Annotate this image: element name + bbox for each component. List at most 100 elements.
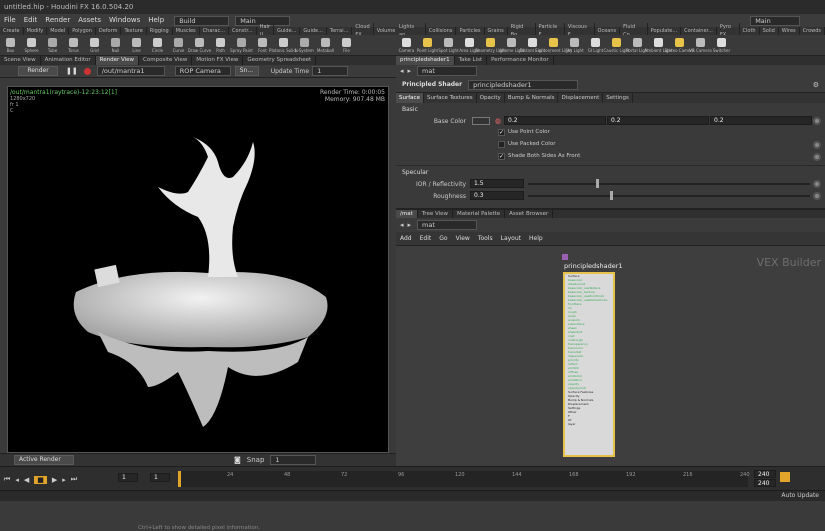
- tab-opacity[interactable]: Opacity: [477, 93, 505, 103]
- back-arrow-icon[interactable]: ◂: [400, 221, 404, 229]
- menu-file[interactable]: File: [0, 14, 20, 27]
- net-menu-view[interactable]: View: [452, 232, 474, 245]
- tab-surface-textures[interactable]: Surface Textures: [424, 93, 477, 103]
- shelf-tool-draw-curve[interactable]: Draw Curve: [188, 35, 211, 56]
- network-editor[interactable]: VEX Builder principledshader1 Surface bas…: [396, 246, 825, 466]
- shade-both-sides-checkbox[interactable]: ✓: [498, 153, 505, 160]
- use-packed-color-checkbox[interactable]: [498, 141, 505, 148]
- node-port[interactable]: layer: [565, 422, 613, 426]
- param-path-field[interactable]: mat: [417, 66, 478, 76]
- net-menu-go[interactable]: Go: [435, 232, 451, 245]
- step-back-icon[interactable]: ◂: [15, 476, 19, 484]
- node-name-field[interactable]: principledshader1: [468, 79, 579, 90]
- shelf-tool-caustic-light[interactable]: Caustic Light: [604, 35, 630, 56]
- param-menu-icon[interactable]: [813, 192, 821, 200]
- shelf-tool-curve[interactable]: Curve: [168, 35, 189, 56]
- tab-motion-fx-view[interactable]: Motion FX View: [192, 56, 244, 65]
- roughness-slider-handle[interactable]: [610, 191, 613, 200]
- shelf-tool-path[interactable]: Path: [210, 35, 231, 56]
- snap-number-field[interactable]: 1: [270, 455, 317, 465]
- jump-start-icon[interactable]: ⏮: [4, 475, 10, 484]
- jump-end-icon[interactable]: ⏭: [71, 475, 77, 484]
- tab-animation-editor[interactable]: Animation Editor: [41, 56, 96, 65]
- tab-surface[interactable]: Surface: [396, 93, 424, 103]
- forward-arrow-icon[interactable]: ▸: [408, 221, 412, 229]
- shelf-tool-environment-light[interactable]: Environment Light: [535, 35, 572, 56]
- net-menu-help[interactable]: Help: [525, 232, 547, 245]
- play-reverse-icon[interactable]: ◀: [24, 476, 29, 484]
- shelf-tool-vr-camera[interactable]: VR Camera: [689, 35, 712, 56]
- shelf-tab[interactable]: Crowds: [800, 27, 825, 35]
- roughness-slider-track[interactable]: [528, 195, 810, 197]
- shelf-tab[interactable]: Cloth: [740, 27, 760, 35]
- param-menu-icon[interactable]: [813, 180, 821, 188]
- roughness-field[interactable]: 0.3: [470, 191, 524, 200]
- shelf-tool-sky-light[interactable]: Sky Light: [564, 35, 585, 56]
- shelf-tool-null[interactable]: Null: [105, 35, 126, 56]
- shelf-tool-torus[interactable]: Torus: [63, 35, 84, 56]
- ior-slider-handle[interactable]: [596, 179, 599, 188]
- base-color-g-field[interactable]: 0.2: [607, 116, 709, 125]
- shelf-tab[interactable]: Solid: [760, 27, 779, 35]
- shelf-tool-stereo-camera[interactable]: Stereo Camera: [665, 35, 695, 56]
- menu-edit[interactable]: Edit: [20, 14, 42, 27]
- update-time-field[interactable]: 1: [312, 66, 349, 76]
- shelf-tool-metaball[interactable]: Metaball: [315, 35, 336, 56]
- shelf-tool-tube[interactable]: Tube: [42, 35, 63, 56]
- tab-take-list[interactable]: Take List: [455, 56, 488, 65]
- net-menu-edit[interactable]: Edit: [416, 232, 436, 245]
- tab-render-view[interactable]: Render View: [95, 56, 140, 65]
- play-icon[interactable]: ▶: [52, 476, 57, 484]
- tab-composite-view[interactable]: Composite View: [139, 56, 193, 65]
- param-menu-icon[interactable]: [813, 141, 821, 149]
- tab-performance-monitor[interactable]: Performance Monitor: [487, 56, 554, 65]
- menu-assets[interactable]: Assets: [74, 14, 105, 27]
- base-color-swatch[interactable]: [472, 117, 490, 125]
- tab-principledshader1[interactable]: principledshader1: [396, 56, 455, 65]
- step-forward-icon[interactable]: ▸: [62, 476, 66, 484]
- net-menu-tools[interactable]: Tools: [474, 232, 497, 245]
- desktop-build-dropdown[interactable]: Build: [174, 15, 230, 26]
- network-path-field[interactable]: mat: [417, 220, 478, 230]
- shelf-tool-line[interactable]: Line: [126, 35, 147, 56]
- ior-slider-track[interactable]: [528, 183, 810, 185]
- shelf-tool-camera[interactable]: Camera: [396, 35, 417, 56]
- shelf-tool-file[interactable]: File: [336, 35, 357, 56]
- node-flag-icon[interactable]: [562, 254, 568, 260]
- principled-shader-node[interactable]: Surface basecolor albedomult basecolor_useT…: [563, 272, 615, 457]
- menu-help[interactable]: Help: [144, 14, 168, 27]
- tab-geometry-spreadsheet[interactable]: Geometry Spreadsheet: [243, 56, 317, 65]
- pause-icon[interactable]: ❚❚: [66, 67, 78, 75]
- base-color-r-field[interactable]: 0.2: [504, 116, 606, 125]
- shelf-tool-grid[interactable]: Grid: [84, 35, 105, 56]
- camera-icon[interactable]: ◙: [234, 456, 241, 464]
- gear-icon[interactable]: ⚙: [813, 81, 819, 89]
- shelf-tab[interactable]: Wires: [779, 27, 800, 35]
- active-render-button[interactable]: Active Render: [14, 455, 74, 465]
- end-frame-field-2[interactable]: 240: [754, 479, 776, 487]
- menu-windows[interactable]: Windows: [105, 14, 144, 27]
- tab-settings[interactable]: Settings: [603, 93, 633, 103]
- base-color-b-field[interactable]: 0.2: [710, 116, 812, 125]
- snapshot-button[interactable]: Sn...: [234, 66, 259, 76]
- shelf-tool-spot-light[interactable]: Spot Light: [438, 35, 459, 56]
- ior-field[interactable]: 1.5: [470, 179, 524, 188]
- net-menu-add[interactable]: Add: [396, 232, 416, 245]
- render-button[interactable]: Render: [18, 66, 58, 76]
- tab-displacement[interactable]: Displacement: [558, 93, 604, 103]
- shelf-tool-circle[interactable]: Circle: [147, 35, 168, 56]
- render-viewport[interactable]: /out/mantra1(raytrace)-12:23:12[1] 1280x…: [7, 86, 389, 531]
- shelf-tool-switcher[interactable]: Switcher: [711, 35, 732, 56]
- shelf-tool-l-system[interactable]: L-System: [294, 35, 315, 56]
- camera-dropdown[interactable]: ROP Camera: [174, 66, 231, 76]
- shelf-tool-platonic-solids[interactable]: Platonic Solids: [269, 35, 298, 56]
- stop-button-icon[interactable]: ■: [34, 475, 47, 484]
- shelf-tool-point-light[interactable]: Point Light: [417, 35, 438, 56]
- right-desktop-dropdown[interactable]: Main: [750, 15, 801, 26]
- auto-update-label[interactable]: Auto Update: [781, 492, 819, 499]
- shelf-tool-sphere[interactable]: Sphere: [21, 35, 42, 56]
- forward-arrow-icon[interactable]: ▸: [408, 67, 412, 75]
- stop-icon[interactable]: [83, 67, 91, 75]
- color-wheel-icon[interactable]: ◍: [495, 117, 501, 125]
- current-frame-field[interactable]: 1: [118, 473, 138, 482]
